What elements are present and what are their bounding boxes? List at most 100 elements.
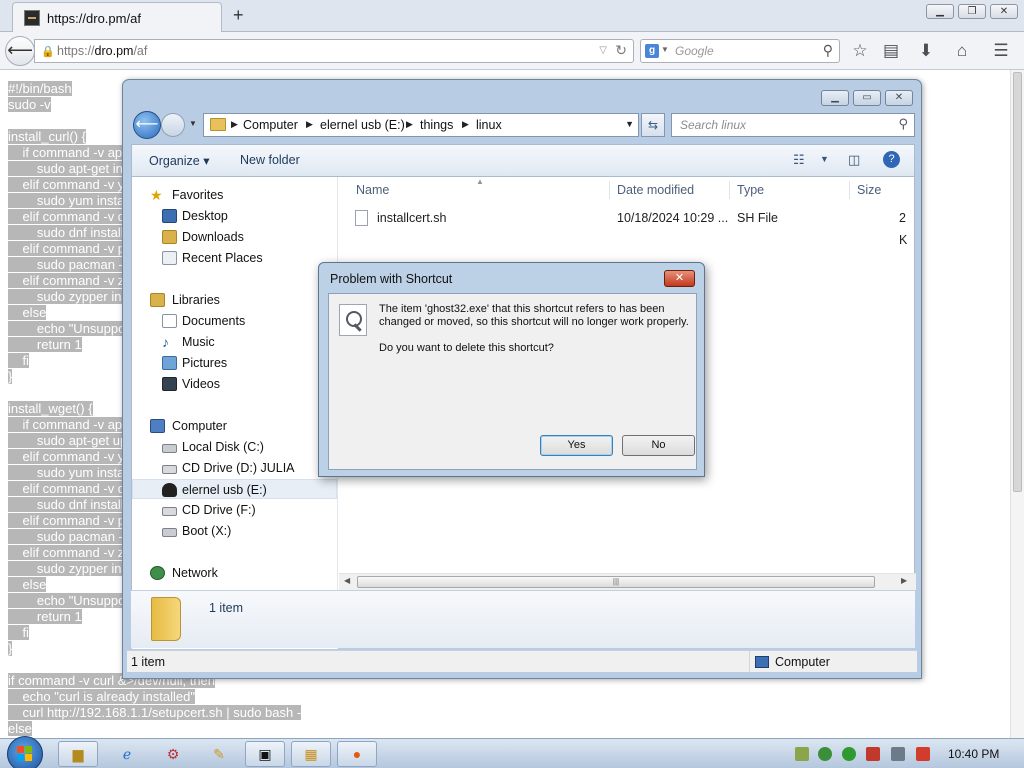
browser-tab[interactable]: https://dro.pm/af bbox=[12, 2, 222, 32]
nav-computer[interactable]: Computer bbox=[132, 416, 337, 436]
explorer-close-button[interactable]: ✕ bbox=[885, 90, 913, 106]
tray-volume-muted-icon[interactable] bbox=[916, 747, 930, 761]
reload-icon[interactable]: ↻ bbox=[615, 42, 627, 59]
bookmark-star-icon[interactable]: ☆ bbox=[849, 40, 871, 62]
taskbar-archive-icon[interactable]: ▦ bbox=[291, 741, 331, 767]
nav-cd-drive-d[interactable]: CD Drive (D:) JULIA bbox=[132, 458, 337, 478]
script-line-text: sudo yum insta bbox=[8, 193, 125, 208]
taskbar-internet-explorer-icon[interactable]: ℯ bbox=[107, 741, 147, 767]
breadcrumb-separator-icon[interactable]: ▶ bbox=[462, 119, 469, 130]
script-line-text: elif command -v z bbox=[8, 545, 125, 560]
new-tab-button[interactable]: + bbox=[233, 5, 244, 26]
engine-dropdown-icon[interactable]: ▼ bbox=[661, 45, 669, 54]
nav-libraries[interactable]: Libraries bbox=[132, 290, 337, 310]
search-bar[interactable]: g ▼ Google ⚲ bbox=[640, 39, 840, 63]
breadcrumb-computer[interactable]: Computer bbox=[243, 118, 298, 132]
refresh-icon[interactable]: ⇆ bbox=[641, 113, 665, 137]
url-bar[interactable]: 🔒 https://dro.pm/af ▽ ↻ bbox=[34, 39, 634, 63]
bookmarks-menu-icon[interactable]: ▤ bbox=[880, 40, 902, 62]
history-dropdown-icon[interactable]: ▽ bbox=[599, 45, 607, 56]
search-icon[interactable]: ⚲ bbox=[898, 116, 908, 132]
explorer-maximize-button[interactable]: ▭ bbox=[853, 90, 881, 106]
yes-button[interactable]: Yes bbox=[540, 435, 613, 456]
column-header-date-modified[interactable]: Date modified bbox=[617, 177, 694, 203]
scroll-right-icon[interactable]: ▶ bbox=[901, 576, 907, 585]
nav-local-disk-c[interactable]: Local Disk (C:) bbox=[132, 437, 337, 457]
breadcrumb-separator-icon[interactable]: ▶ bbox=[406, 119, 413, 130]
tray-app-icon[interactable] bbox=[795, 747, 809, 761]
file-row[interactable]: installcert.sh 10/18/2024 10:29 ... SH F… bbox=[349, 207, 916, 247]
taskbar-network-tool-icon[interactable]: ⚙ bbox=[153, 741, 193, 767]
breadcrumb-linux[interactable]: linux bbox=[476, 118, 502, 132]
taskbar-command-prompt-icon[interactable]: ▣ bbox=[245, 741, 285, 767]
breadcrumb-things[interactable]: things bbox=[420, 118, 453, 132]
breadcrumb-drive[interactable]: elernel usb (E:) bbox=[320, 118, 405, 132]
tray-security-icon[interactable] bbox=[818, 747, 832, 761]
explorer-minimize-button[interactable]: ▁ bbox=[821, 90, 849, 106]
taskbar-paint-icon[interactable]: ✎ bbox=[199, 741, 239, 767]
nav-documents[interactable]: Documents bbox=[132, 311, 337, 331]
script-line-text: elif command -v y bbox=[8, 449, 125, 464]
scroll-left-icon[interactable]: ◀ bbox=[344, 576, 350, 585]
nav-boot-x[interactable]: Boot (X:) bbox=[132, 521, 337, 541]
browser-close-button[interactable]: ✕ bbox=[990, 4, 1018, 19]
horizontal-scrollbar[interactable]: ◀ ||| ▶ bbox=[339, 573, 916, 590]
column-header-type[interactable]: Type bbox=[737, 177, 764, 203]
preview-pane-icon[interactable]: ◫ bbox=[848, 152, 860, 168]
column-header-name[interactable]: Name bbox=[356, 177, 389, 203]
nav-favorites[interactable]: ★ Favorites bbox=[132, 185, 337, 205]
recent-pages-dropdown-icon[interactable]: ▼ bbox=[189, 119, 197, 128]
script-line-text: if command -v ap bbox=[8, 417, 123, 432]
page-scrollbar-thumb[interactable] bbox=[1013, 72, 1022, 492]
tray-network-icon[interactable] bbox=[891, 747, 905, 761]
tray-flag-icon[interactable] bbox=[866, 747, 880, 761]
column-divider[interactable] bbox=[609, 181, 610, 199]
nav-elernel-usb-e[interactable]: elernel usb (E:) bbox=[132, 479, 337, 499]
explorer-command-bar: Organize ▾ New folder ☷ ▼ ◫ ? bbox=[131, 144, 915, 176]
address-dropdown-icon[interactable]: ▼ bbox=[625, 119, 634, 129]
dialog-close-button[interactable]: ✕ bbox=[664, 270, 695, 287]
column-divider[interactable] bbox=[849, 181, 850, 199]
taskbar-explorer-icon[interactable]: ▆ bbox=[58, 741, 98, 767]
organize-menu-button[interactable]: Organize ▾ bbox=[149, 153, 209, 168]
videos-icon bbox=[162, 377, 177, 391]
new-folder-button[interactable]: New folder bbox=[240, 153, 300, 167]
search-icon[interactable]: ⚲ bbox=[823, 42, 833, 59]
column-header-size[interactable]: Size bbox=[857, 177, 881, 203]
help-icon[interactable]: ? bbox=[883, 151, 900, 168]
browser-restore-button[interactable]: ❐ bbox=[958, 4, 986, 19]
view-dropdown-icon[interactable]: ▼ bbox=[820, 154, 829, 164]
taskbar-clock[interactable]: 10:40 PM bbox=[948, 747, 999, 761]
google-engine-icon[interactable]: g bbox=[645, 44, 659, 58]
nav-recent-places[interactable]: Recent Places bbox=[132, 248, 337, 268]
breadcrumb-separator-icon[interactable]: ▶ bbox=[306, 119, 313, 130]
home-icon[interactable]: ⌂ bbox=[951, 40, 973, 62]
back-button[interactable]: ⟵ bbox=[5, 36, 35, 66]
nav-downloads[interactable]: Downloads bbox=[132, 227, 337, 247]
breadcrumb-separator-icon[interactable]: ▶ bbox=[231, 119, 238, 130]
column-divider[interactable] bbox=[729, 181, 730, 199]
nav-cd-drive-f[interactable]: CD Drive (F:) bbox=[132, 500, 337, 520]
page-scrollbar[interactable] bbox=[1010, 70, 1024, 738]
nav-network[interactable]: Network bbox=[132, 563, 337, 583]
start-button[interactable] bbox=[7, 736, 43, 768]
forward-arrow-icon[interactable] bbox=[161, 113, 185, 137]
explorer-search-input[interactable]: Search linux ⚲ bbox=[671, 113, 915, 137]
nav-desktop[interactable]: Desktop bbox=[132, 206, 337, 226]
downloads-icon[interactable]: ⬇ bbox=[915, 40, 937, 62]
back-arrow-icon[interactable]: ⟵ bbox=[133, 111, 161, 139]
horizontal-scrollbar-thumb[interactable]: ||| bbox=[357, 576, 875, 588]
script-line: } bbox=[8, 641, 13, 657]
script-line-text: install_curl() { bbox=[8, 129, 87, 144]
taskbar-firefox-icon[interactable]: ● bbox=[337, 741, 377, 767]
no-button[interactable]: No bbox=[622, 435, 695, 456]
nav-pictures[interactable]: Pictures bbox=[132, 353, 337, 373]
change-view-icon[interactable]: ☷ bbox=[793, 152, 805, 168]
menu-icon[interactable]: ☰ bbox=[990, 40, 1012, 62]
nav-music[interactable]: ♪ Music bbox=[132, 332, 337, 352]
address-bar[interactable]: ▶ Computer ▶ elernel usb (E:) ▶ things ▶… bbox=[203, 113, 639, 137]
dialog-title: Problem with Shortcut bbox=[330, 272, 453, 286]
nav-videos[interactable]: Videos bbox=[132, 374, 337, 394]
tray-media-icon[interactable] bbox=[842, 747, 856, 761]
browser-minimize-button[interactable]: ▁ bbox=[926, 4, 954, 19]
